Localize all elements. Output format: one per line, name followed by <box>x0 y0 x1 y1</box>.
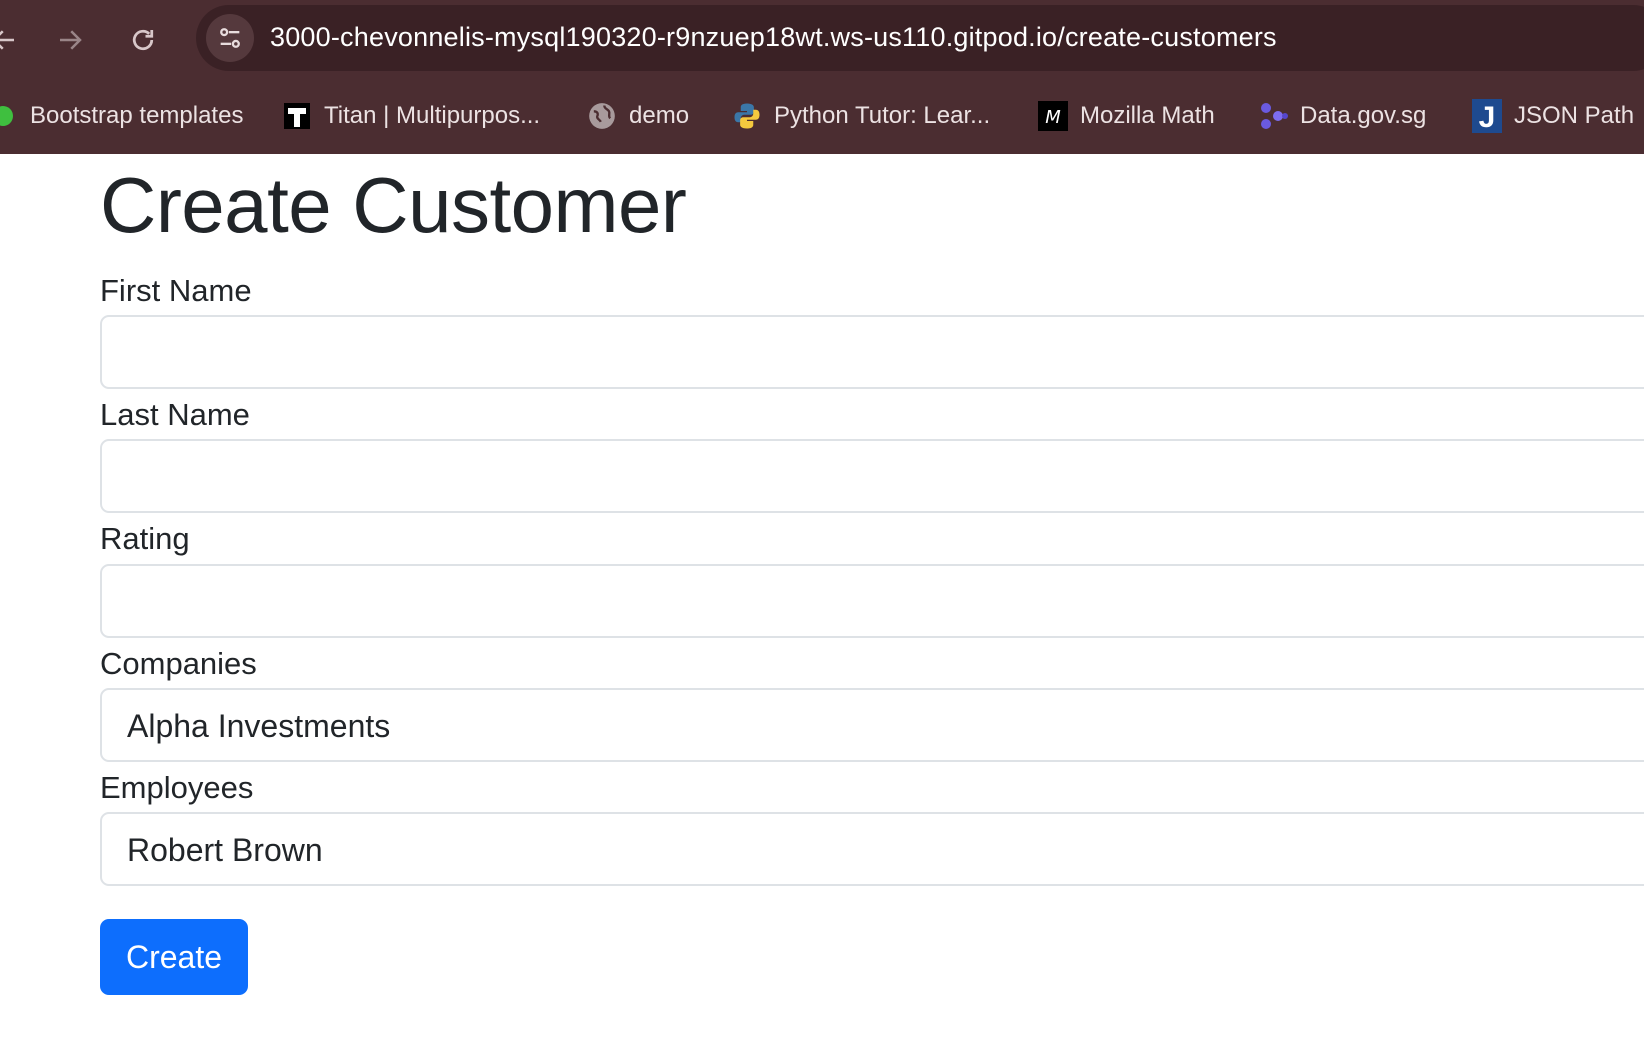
site-settings-button[interactable] <box>206 14 254 62</box>
browser-chrome: 3000-chevonnelis-mysql190320-r9nzuep18wt… <box>0 0 1644 154</box>
last-name-input[interactable] <box>100 439 1644 513</box>
titan-t-icon <box>282 101 312 131</box>
green-circle-icon <box>0 101 18 131</box>
bookmark-bootstrap-templates[interactable]: Bootstrap templates <box>0 96 243 136</box>
bookmark-mozilla-math[interactable]: M Mozilla Math <box>1038 96 1215 136</box>
first-name-label: First Name <box>100 273 252 308</box>
bookmark-demo[interactable]: demo <box>587 96 689 136</box>
browser-toolbar: 3000-chevonnelis-mysql190320-r9nzuep18wt… <box>0 0 1644 78</box>
data-gov-icon <box>1258 101 1288 131</box>
last-name-label: Last Name <box>100 397 250 432</box>
bookmark-label: Mozilla Math <box>1080 102 1215 129</box>
tune-icon <box>220 28 240 48</box>
reload-icon <box>132 29 154 51</box>
employees-selected-value: Robert Brown <box>127 832 323 868</box>
address-bar[interactable]: 3000-chevonnelis-mysql190320-r9nzuep18wt… <box>196 5 1644 71</box>
back-arrow-icon <box>0 30 14 50</box>
bookmark-label: Bootstrap templates <box>30 102 244 129</box>
companies-selected-value: Alpha Investments <box>127 708 391 744</box>
bookmark-label: JSON Path <box>1514 102 1635 129</box>
globe-icon <box>587 101 617 131</box>
reload-button[interactable] <box>125 22 161 58</box>
bookmark-label: demo <box>629 102 690 129</box>
forward-button[interactable] <box>52 22 88 58</box>
python-icon <box>732 101 762 131</box>
create-button[interactable]: Create <box>100 919 248 995</box>
companies-select[interactable]: Alpha Investments <box>100 688 1644 762</box>
bookmark-label: Data.gov.sg <box>1300 102 1427 129</box>
svg-text:M: M <box>1045 107 1061 128</box>
companies-label: Companies <box>100 646 257 681</box>
url-text[interactable]: 3000-chevonnelis-mysql190320-r9nzuep18wt… <box>270 22 1277 53</box>
page-title: Create Customer <box>100 161 687 249</box>
rating-label: Rating <box>100 521 190 556</box>
bookmark-python-tutor[interactable]: Python Tutor: Lear... <box>732 96 990 136</box>
employees-label: Employees <box>100 770 254 805</box>
first-name-input[interactable] <box>100 315 1644 389</box>
bookmark-json-path[interactable]: J JSON Path <box>1472 96 1634 136</box>
employees-select[interactable]: Robert Brown <box>100 812 1644 886</box>
svg-text:J: J <box>1479 101 1496 133</box>
bookmark-titan[interactable]: Titan | Multipurpos... <box>282 96 540 136</box>
bookmark-label: Python Tutor: Lear... <box>774 102 991 129</box>
bookmark-label: Titan | Multipurpos... <box>324 102 541 129</box>
mozilla-m-icon: M <box>1038 101 1068 131</box>
bookmarks-bar: Bootstrap templates Titan | Multipurpos.… <box>0 78 1644 154</box>
json-j-icon: J <box>1472 99 1502 133</box>
bookmark-data-gov[interactable]: Data.gov.sg <box>1258 96 1426 136</box>
back-button[interactable] <box>0 22 22 58</box>
rating-input[interactable] <box>100 564 1644 638</box>
forward-arrow-icon <box>60 30 82 50</box>
